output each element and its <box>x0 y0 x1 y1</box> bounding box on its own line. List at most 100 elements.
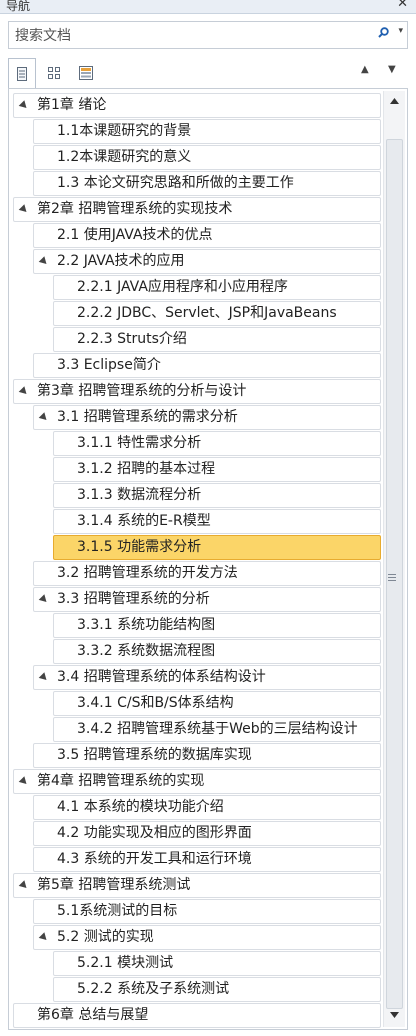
outline-item-label: 2.2 JAVA技术的应用 <box>57 253 185 269</box>
outline-item-level3[interactable]: 3.4.1 C/S和B/S体系结构 <box>53 691 381 716</box>
outline-item-label: 3.4.1 C/S和B/S体系结构 <box>77 695 234 711</box>
expand-triangle-icon[interactable] <box>38 594 50 605</box>
expand-triangle-icon[interactable] <box>38 932 50 943</box>
outline-item-level2[interactable]: 2.2 JAVA技术的应用 <box>33 249 381 274</box>
tab-results[interactable] <box>72 58 100 88</box>
close-icon[interactable]: ✕ <box>397 0 408 11</box>
scroll-up-icon <box>390 98 399 104</box>
search-input[interactable] <box>13 24 367 48</box>
outline-item-level3[interactable]: 3.1.3 数据流程分析 <box>53 483 381 508</box>
outline-item-level3[interactable]: 5.2.2 系统及子系统测试 <box>53 977 381 1002</box>
outline-item-level3[interactable]: 3.1.4 系统的E-R模型 <box>53 509 381 534</box>
outline-item-level3[interactable]: 2.2.1 JAVA应用程序和小应用程序 <box>53 275 381 300</box>
outline-item-level1[interactable]: 第3章 招聘管理系统的分析与设计 <box>13 379 381 404</box>
outline-item-level2[interactable]: 1.2本课题研究的意义 <box>33 145 381 170</box>
scrollbar-grip-icon <box>388 574 396 581</box>
tab-headings[interactable] <box>8 58 36 88</box>
outline-item-label: 3.3 Eclipse简介 <box>57 357 161 373</box>
previous-heading-button[interactable]: ▲ <box>361 64 369 75</box>
outline-item-label: 3.3 招聘管理系统的分析 <box>57 591 210 607</box>
outline-item-level2[interactable]: 4.3 系统的开发工具和运行环境 <box>33 847 381 872</box>
outline-item-label: 5.2.1 模块测试 <box>77 955 174 971</box>
outline-item-level2[interactable]: 2.1 使用JAVA技术的优点 <box>33 223 381 248</box>
outline-item-level2[interactable]: 3.3 招聘管理系统的分析 <box>33 587 381 612</box>
outline-item-level1[interactable]: 第6章 总结与展望 <box>13 1003 381 1028</box>
outline-item-label: 3.3.2 系统数据流程图 <box>77 643 216 659</box>
outline-item-level1[interactable]: 第2章 招聘管理系统的实现技术 <box>13 197 381 222</box>
scroll-up-button[interactable] <box>384 91 405 111</box>
outline-item-label: 第3章 招聘管理系统的分析与设计 <box>37 383 247 399</box>
outline-item-label: 1.1本课题研究的背景 <box>57 123 192 139</box>
expand-triangle-icon[interactable] <box>18 100 30 111</box>
expand-triangle-icon[interactable] <box>38 256 50 267</box>
outline-item-level3[interactable]: 3.1.2 招聘的基本过程 <box>53 457 381 482</box>
outline-item-label: 3.1.5 功能需求分析 <box>77 539 202 555</box>
outline-item-level3[interactable]: 3.3.1 系统功能结构图 <box>53 613 381 638</box>
outline-item-label: 3.4 招聘管理系统的体系结构设计 <box>57 669 266 685</box>
outline-item-level2[interactable]: 5.1系统测试的目标 <box>33 899 381 924</box>
outline-item-label: 2.1 使用JAVA技术的优点 <box>57 227 213 243</box>
outline-item-label: 3.1.1 特性需求分析 <box>77 435 202 451</box>
outline-item-level1[interactable]: 第1章 绪论 <box>13 93 381 118</box>
outline-item-level1[interactable]: 第4章 招聘管理系统的实现 <box>13 769 381 794</box>
outline-item-level3[interactable]: 2.2.3 Struts介绍 <box>53 327 381 352</box>
outline-item-level2[interactable]: 1.3 本论文研究思路和所做的主要工作 <box>33 171 381 196</box>
outline-item-level2[interactable]: 3.1 招聘管理系统的需求分析 <box>33 405 381 430</box>
outline-item-level3[interactable]: 5.2.1 模块测试 <box>53 951 381 976</box>
expand-triangle-icon[interactable] <box>38 672 50 683</box>
results-icon <box>79 66 93 80</box>
outline-item-label: 3.1.3 数据流程分析 <box>77 487 202 503</box>
outline-item-label: 3.1.4 系统的E-R模型 <box>77 513 211 529</box>
outline-item-level2[interactable]: 3.5 招聘管理系统的数据库实现 <box>33 743 381 768</box>
expand-triangle-icon[interactable] <box>18 880 30 891</box>
outline-item-label: 第6章 总结与展望 <box>37 1007 149 1023</box>
outline-item-level2[interactable]: 3.4 招聘管理系统的体系结构设计 <box>33 665 381 690</box>
outline-item-label: 第1章 绪论 <box>37 97 107 113</box>
outline-item-label: 1.2本课题研究的意义 <box>57 149 192 165</box>
next-heading-button[interactable]: ▼ <box>388 64 396 75</box>
outline-item-label: 3.2 招聘管理系统的开发方法 <box>57 565 238 581</box>
outline-item-level3[interactable]: 3.4.2 招聘管理系统基于Web的三层结构设计 <box>53 717 381 742</box>
pane-title: 导航 <box>6 0 31 13</box>
expand-triangle-icon[interactable] <box>38 412 50 423</box>
outline-item-level2[interactable]: 4.1 本系统的模块功能介绍 <box>33 795 381 820</box>
search-options-dropdown[interactable]: ▾ <box>398 26 403 36</box>
search-icon[interactable] <box>378 27 389 38</box>
scroll-down-icon <box>390 1012 399 1018</box>
expand-triangle-icon[interactable] <box>18 386 30 397</box>
outline-item-label: 第5章 招聘管理系统测试 <box>37 877 191 893</box>
outline-item-level2[interactable]: 4.2 功能实现及相应的图形界面 <box>33 821 381 846</box>
outline-item-level3[interactable]: 3.3.2 系统数据流程图 <box>53 639 381 664</box>
outline-item-level1[interactable]: 第5章 招聘管理系统测试 <box>13 873 381 898</box>
outline-item-label: 2.2.3 Struts介绍 <box>77 331 187 347</box>
outline-item-label: 3.4.2 招聘管理系统基于Web的三层结构设计 <box>77 721 358 737</box>
outline-item-level2[interactable]: 3.3 Eclipse简介 <box>33 353 381 378</box>
vertical-scrollbar[interactable] <box>383 91 405 1027</box>
outline-item-level2[interactable]: 1.1本课题研究的背景 <box>33 119 381 144</box>
outline-item-level3[interactable]: 3.1.1 特性需求分析 <box>53 431 381 456</box>
outline-item-label: 4.2 功能实现及相应的图形界面 <box>57 825 252 841</box>
search-box[interactable]: ▾ <box>8 21 408 49</box>
outline-item-label: 1.3 本论文研究思路和所做的主要工作 <box>57 175 294 191</box>
expand-triangle-icon[interactable] <box>18 204 30 215</box>
thumbnails-icon <box>48 67 60 79</box>
outline-item-label: 4.1 本系统的模块功能介绍 <box>57 799 224 815</box>
outline-item-label: 3.1 招聘管理系统的需求分析 <box>57 409 238 425</box>
outline-item-level2[interactable]: 3.2 招聘管理系统的开发方法 <box>33 561 381 586</box>
outline-item-label: 4.3 系统的开发工具和运行环境 <box>57 851 252 867</box>
outline-item-label: 2.2.2 JDBC、Servlet、JSP和JavaBeans <box>77 305 337 321</box>
outline-item-label: 5.2 测试的实现 <box>57 929 154 945</box>
outline-item-level2[interactable]: 5.2 测试的实现 <box>33 925 381 950</box>
outline-item-label: 3.1.2 招聘的基本过程 <box>77 461 216 477</box>
outline-item-label: 第4章 招聘管理系统的实现 <box>37 773 205 789</box>
outline-item-label: 3.3.1 系统功能结构图 <box>77 617 216 633</box>
outline-item-label: 第2章 招聘管理系统的实现技术 <box>37 201 233 217</box>
outline-item-level3[interactable]: 2.2.2 JDBC、Servlet、JSP和JavaBeans <box>53 301 381 326</box>
scroll-down-button[interactable] <box>384 1005 405 1025</box>
expand-triangle-icon[interactable] <box>18 776 30 787</box>
outline-item-level3[interactable]: 3.1.5 功能需求分析 <box>53 535 381 560</box>
pane-title-bar: 导航 ✕ <box>0 0 416 14</box>
outline-item-label: 2.2.1 JAVA应用程序和小应用程序 <box>77 279 288 295</box>
outline-item-label: 3.5 招聘管理系统的数据库实现 <box>57 747 252 763</box>
tab-pages[interactable] <box>40 58 68 88</box>
